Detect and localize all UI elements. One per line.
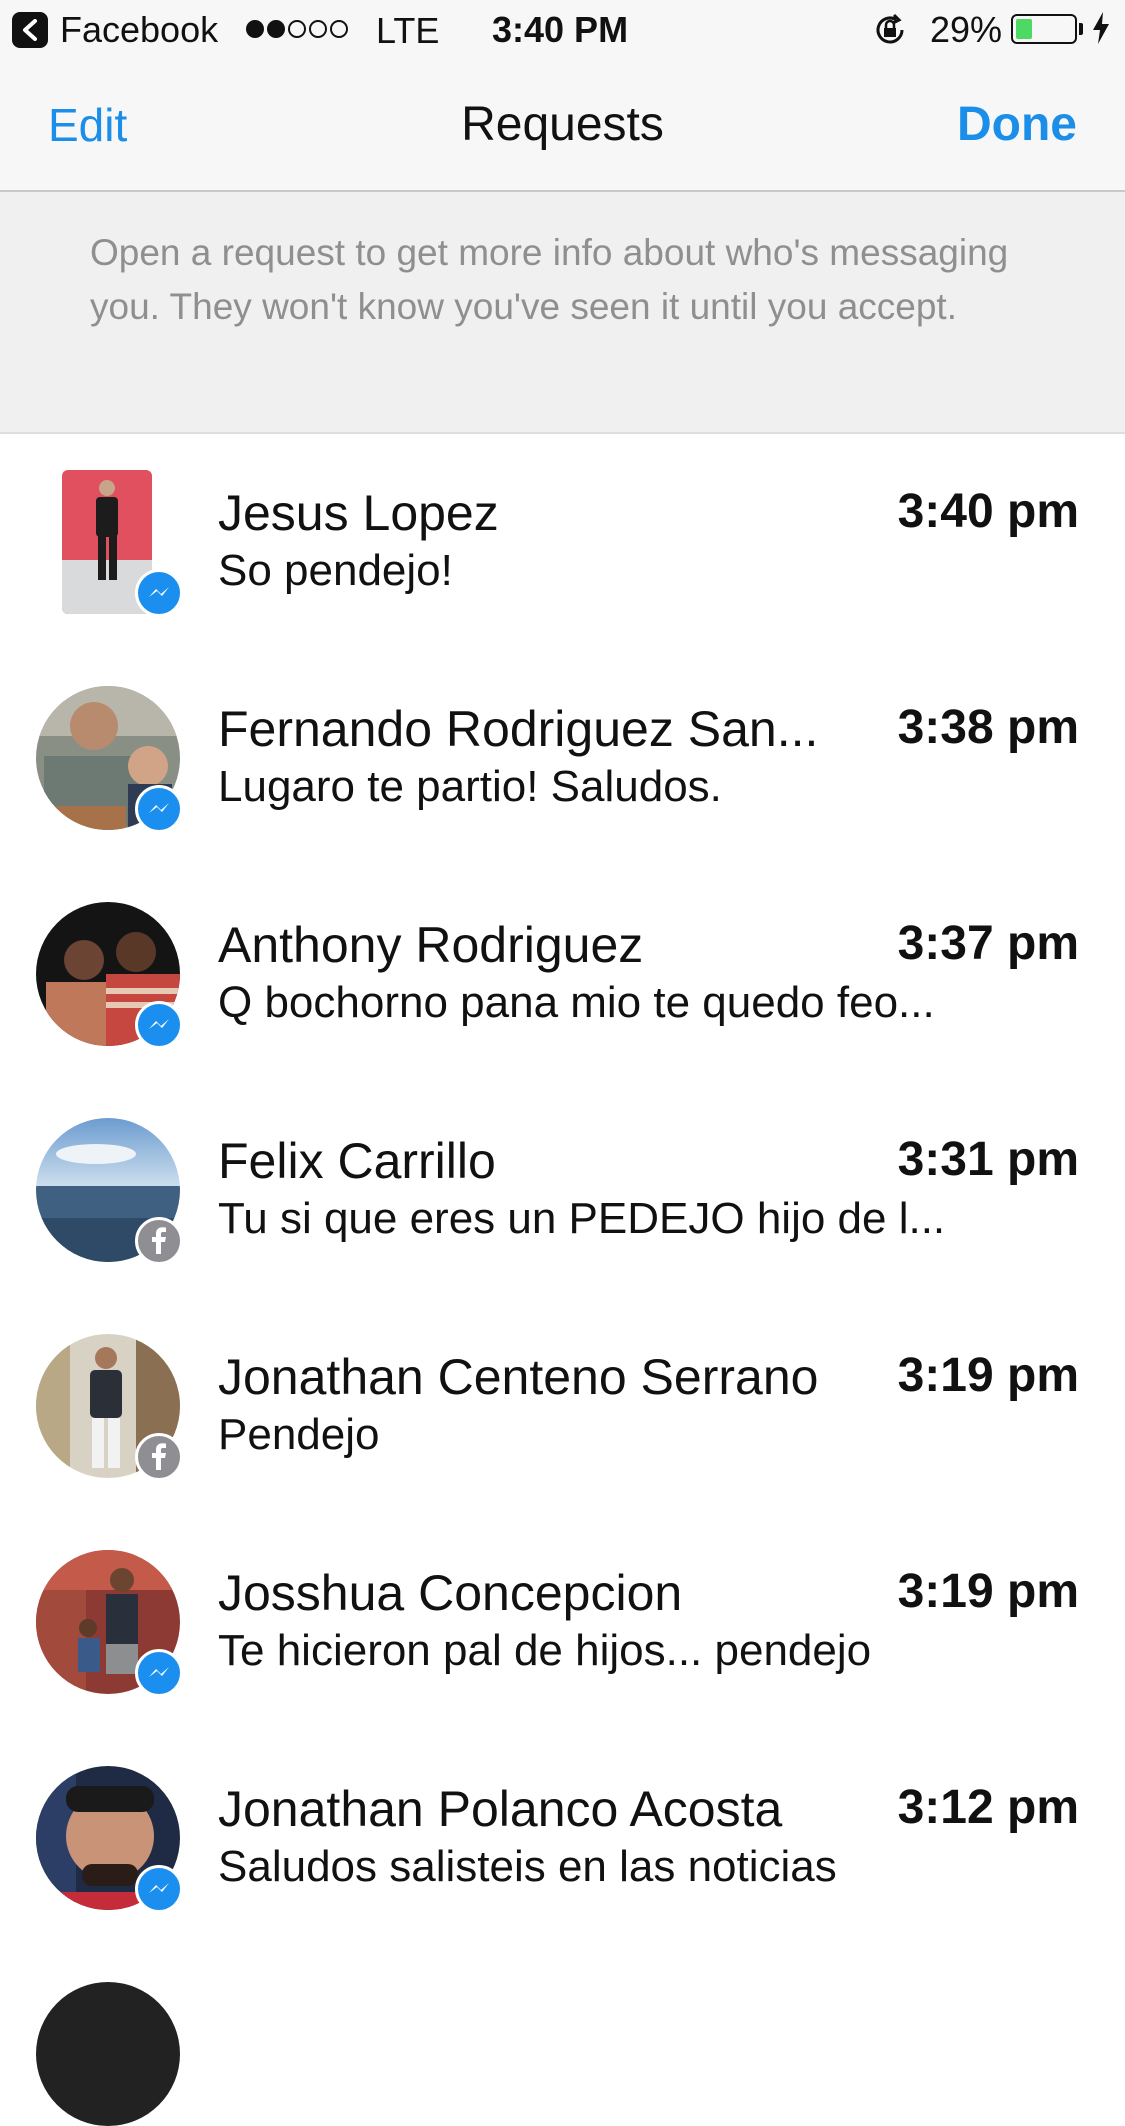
message-time: 3:12 pm [897, 1781, 1079, 1834]
message-time: 3:31 pm [897, 1133, 1079, 1186]
message-time: 3:19 pm [897, 1565, 1079, 1618]
status-bar: Facebook LTE 3:40 PM 29% [0, 0, 1125, 60]
info-banner: Open a request to get more info about wh… [0, 192, 1125, 434]
request-row[interactable]: Jesus Lopez 3:40 pm So pendejo! [0, 434, 1125, 650]
sender-name: Felix Carrillo [218, 1133, 496, 1189]
messenger-icon [135, 569, 183, 617]
messenger-icon [135, 785, 183, 833]
rotation-lock-icon [872, 12, 908, 48]
battery-cap [1079, 23, 1083, 35]
message-preview: Te hicieron pal de hijos... pendejo [218, 1626, 872, 1675]
done-button[interactable]: Done [957, 97, 1077, 152]
request-row[interactable]: Josshua Concepcion 3:19 pm Te hicieron p… [0, 1514, 1125, 1730]
sender-name: Anthony Rodriguez [218, 917, 644, 973]
request-row[interactable]: Anthony Rodriguez 3:37 pm Q bochorno pan… [0, 866, 1125, 1082]
sender-name: Jonathan Polanco Acosta [218, 1781, 783, 1837]
request-row[interactable]: Jonathan Polanco Acosta 3:12 pm Saludos … [0, 1730, 1125, 1946]
facebook-icon [135, 1433, 183, 1481]
facebook-icon [135, 1217, 183, 1265]
request-row[interactable]: Jonathan Centeno Serrano 3:19 pm Pendejo [0, 1298, 1125, 1514]
message-time: 3:19 pm [897, 1349, 1079, 1402]
avatar [36, 1982, 180, 2126]
battery-percent: 29% [930, 9, 1003, 50]
back-to-app-icon[interactable] [12, 12, 48, 48]
message-time: 3:37 pm [897, 917, 1079, 970]
battery-level-fill [1016, 19, 1032, 39]
message-preview: So pendejo! [218, 546, 453, 595]
messenger-icon [135, 1001, 183, 1049]
info-banner-text: Open a request to get more info about wh… [90, 232, 1009, 327]
sender-name: Jonathan Centeno Serrano [218, 1349, 819, 1405]
message-preview: Pendejo [218, 1410, 380, 1459]
message-preview: Saludos salisteis en las noticias [218, 1842, 837, 1891]
request-row[interactable]: Fernando Rodriguez San... 3:38 pm Lugaro… [0, 650, 1125, 866]
messenger-icon [135, 1649, 183, 1697]
carrier-label: LTE [376, 10, 440, 51]
sender-name: Fernando Rodriguez San... [218, 701, 819, 757]
message-preview: Lugaro te partio! Saludos. [218, 762, 722, 811]
request-row[interactable]: Felix Carrillo 3:31 pm Tu si que eres un… [0, 1082, 1125, 1298]
message-time: 3:38 pm [897, 701, 1079, 754]
sender-name: Jesus Lopez [218, 485, 499, 541]
messenger-icon [135, 1865, 183, 1913]
message-time: 3:40 pm [897, 485, 1079, 538]
signal-strength-icon [246, 20, 350, 40]
message-preview: Tu si que eres un PEDEJO hijo de l... [218, 1194, 946, 1243]
back-to-app-label[interactable]: Facebook [60, 9, 218, 51]
nav-bar: Edit Requests Done [0, 60, 1125, 192]
charging-bolt-icon [1091, 11, 1111, 54]
sender-name: Josshua Concepcion [218, 1565, 683, 1621]
message-preview: Q bochorno pana mio te quedo feo... [218, 978, 935, 1027]
battery-icon [1011, 14, 1077, 44]
